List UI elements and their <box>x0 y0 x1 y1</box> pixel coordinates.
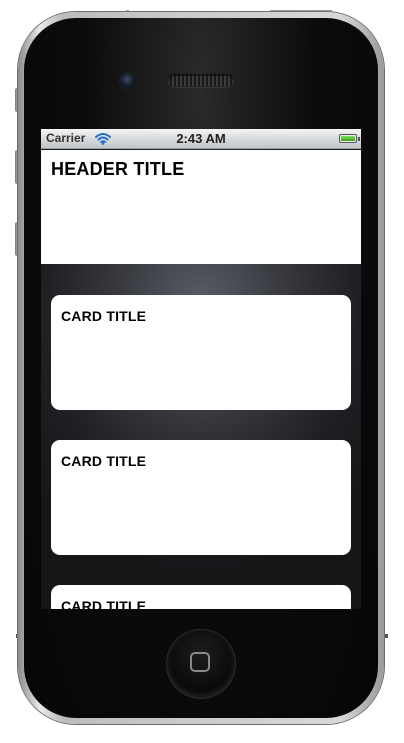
card-title: CARD TITLE <box>61 308 147 324</box>
card-title: CARD TITLE <box>61 598 147 609</box>
battery-nub <box>358 137 360 141</box>
card-title: CARD TITLE <box>61 453 147 469</box>
home-button[interactable] <box>167 630 235 698</box>
header-title: HEADER TITLE <box>51 159 185 179</box>
card[interactable]: CARD TITLE <box>51 440 351 555</box>
device-screen: Carrier 2:43 AM HEADER TITLE CARD TITLE … <box>41 129 361 609</box>
battery-icon <box>339 134 360 143</box>
header-panel: HEADER TITLE <box>41 150 361 264</box>
status-bar: Carrier 2:43 AM <box>41 129 361 149</box>
card[interactable]: CARD TITLE <box>51 295 351 410</box>
front-camera-icon <box>120 73 136 89</box>
earpiece-speaker <box>168 74 234 87</box>
card[interactable]: CARD TITLE <box>51 585 351 609</box>
battery-fill <box>341 136 355 141</box>
simulator-window: Carrier 2:43 AM HEADER TITLE CARD TITLE … <box>0 0 404 743</box>
status-time: 2:43 AM <box>176 131 226 146</box>
home-square-icon <box>190 652 210 672</box>
